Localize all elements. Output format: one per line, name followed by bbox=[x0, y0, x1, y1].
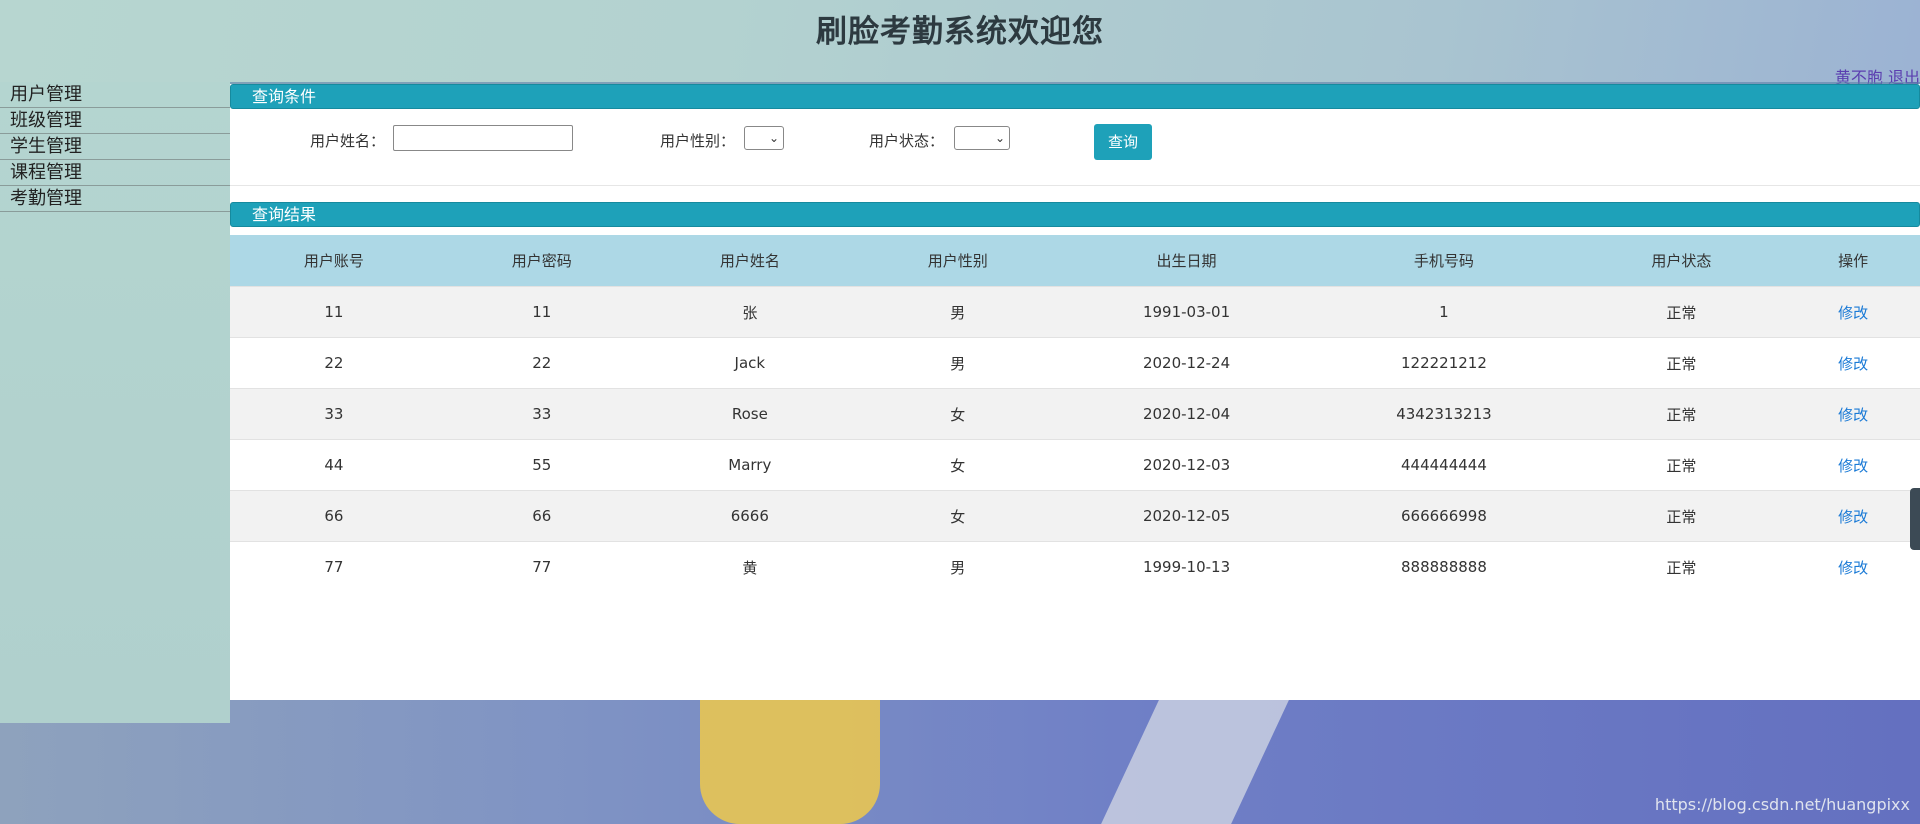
cell-status: 正常 bbox=[1576, 439, 1787, 491]
column-header: 用户状态 bbox=[1576, 235, 1787, 287]
background-figure bbox=[700, 700, 880, 824]
cell-name: Rose bbox=[645, 388, 854, 440]
cell-account: 66 bbox=[230, 490, 438, 542]
cell-account: 77 bbox=[230, 541, 438, 592]
table-row: 33 33 Rose 女 2020-12-04 4342313213 正常 修改 bbox=[230, 388, 1920, 440]
cell-password: 22 bbox=[437, 337, 646, 389]
cell-password: 33 bbox=[437, 388, 646, 440]
cell-phone: 888888888 bbox=[1311, 541, 1577, 592]
query-section-title: 查询条件 bbox=[252, 87, 317, 106]
column-header: 用户性别 bbox=[853, 235, 1062, 287]
cell-status: 正常 bbox=[1576, 337, 1787, 389]
table-row: 11 11 张 男 1991-03-01 1 正常 修改 bbox=[230, 286, 1920, 338]
column-header: 手机号码 bbox=[1311, 235, 1577, 287]
page-title: 刷脸考勤系统欢迎您 bbox=[816, 14, 1104, 50]
column-header: 出生日期 bbox=[1061, 235, 1312, 287]
cell-action: 修改 bbox=[1786, 490, 1920, 542]
sidebar: 用户管理 班级管理 学生管理 课程管理 考勤管理 bbox=[0, 82, 230, 723]
cell-action: 修改 bbox=[1786, 388, 1920, 440]
gender-select[interactable]: ⌄ bbox=[744, 126, 784, 150]
cell-birth: 2020-12-03 bbox=[1061, 439, 1312, 491]
cell-gender: 女 bbox=[853, 388, 1062, 440]
cell-action: 修改 bbox=[1786, 541, 1920, 592]
table-row: 66 66 6666 女 2020-12-05 666666998 正常 修改 bbox=[230, 490, 1920, 542]
background-lower bbox=[0, 700, 1920, 824]
cell-status: 正常 bbox=[1576, 541, 1787, 592]
status-select[interactable]: ⌄ bbox=[954, 126, 1010, 150]
column-header: 用户姓名 bbox=[645, 235, 854, 287]
edit-link[interactable]: 修改 bbox=[1838, 355, 1868, 373]
cell-gender: 男 bbox=[853, 541, 1062, 592]
cell-phone: 122221212 bbox=[1311, 337, 1577, 389]
query-form: 用户姓名： 用户性别： ⌄ 用户状态： ⌄ 查询 bbox=[230, 116, 1920, 160]
column-header: 操作 bbox=[1786, 235, 1920, 287]
side-scroll-widget[interactable] bbox=[1910, 488, 1920, 550]
edit-link[interactable]: 修改 bbox=[1838, 304, 1868, 322]
table-header-row: 用户账号 用户密码 用户姓名 用户性别 出生日期 手机号码 用户状态 操作 bbox=[230, 235, 1920, 287]
name-input[interactable] bbox=[393, 125, 573, 151]
cell-account: 22 bbox=[230, 337, 438, 389]
cell-name: Marry bbox=[645, 439, 854, 491]
cell-birth: 1991-03-01 bbox=[1061, 286, 1312, 338]
cell-password: 11 bbox=[437, 286, 646, 338]
column-header: 用户密码 bbox=[437, 235, 646, 287]
query-section-header: 查询条件 bbox=[230, 84, 1920, 109]
edit-link[interactable]: 修改 bbox=[1838, 406, 1868, 424]
sidebar-item-user-management[interactable]: 用户管理 bbox=[0, 82, 230, 108]
cell-status: 正常 bbox=[1576, 286, 1787, 338]
results-section-header: 查询结果 bbox=[230, 202, 1920, 227]
cell-status: 正常 bbox=[1576, 388, 1787, 440]
main-panel: 查询条件 用户姓名： 用户性别： ⌄ 用户状态： ⌄ 查询 查询结果 用户账号 … bbox=[230, 84, 1920, 700]
cell-phone: 4342313213 bbox=[1311, 388, 1577, 440]
name-label: 用户姓名： bbox=[310, 132, 386, 150]
cell-password: 66 bbox=[437, 490, 646, 542]
cell-birth: 2020-12-24 bbox=[1061, 337, 1312, 389]
chevron-down-icon: ⌄ bbox=[768, 131, 779, 145]
query-button[interactable]: 查询 bbox=[1094, 124, 1152, 160]
cell-phone: 666666998 bbox=[1311, 490, 1577, 542]
cell-name: 张 bbox=[645, 286, 854, 338]
status-label: 用户状态： bbox=[869, 132, 945, 150]
sidebar-item-attendance-management[interactable]: 考勤管理 bbox=[0, 186, 230, 212]
column-header: 用户账号 bbox=[230, 235, 438, 287]
cell-status: 正常 bbox=[1576, 490, 1787, 542]
gender-label: 用户性别： bbox=[660, 132, 736, 150]
cell-gender: 女 bbox=[853, 490, 1062, 542]
edit-link[interactable]: 修改 bbox=[1838, 457, 1868, 475]
cell-action: 修改 bbox=[1786, 439, 1920, 491]
chevron-down-icon: ⌄ bbox=[994, 131, 1005, 145]
cell-account: 44 bbox=[230, 439, 438, 491]
cell-password: 77 bbox=[437, 541, 646, 592]
sidebar-item-class-management[interactable]: 班级管理 bbox=[0, 108, 230, 134]
sidebar-item-course-management[interactable]: 课程管理 bbox=[0, 160, 230, 186]
cell-birth: 1999-10-13 bbox=[1061, 541, 1312, 592]
cell-gender: 女 bbox=[853, 439, 1062, 491]
cell-action: 修改 bbox=[1786, 337, 1920, 389]
cell-birth: 2020-12-04 bbox=[1061, 388, 1312, 440]
cell-birth: 2020-12-05 bbox=[1061, 490, 1312, 542]
edit-link[interactable]: 修改 bbox=[1838, 508, 1868, 526]
cell-gender: 男 bbox=[853, 286, 1062, 338]
table-row: 77 77 黄 男 1999-10-13 888888888 正常 修改 bbox=[230, 541, 1920, 592]
cell-name: Jack bbox=[645, 337, 854, 389]
cell-account: 11 bbox=[230, 286, 438, 338]
cell-password: 55 bbox=[437, 439, 646, 491]
cell-account: 33 bbox=[230, 388, 438, 440]
results-section-title: 查询结果 bbox=[252, 205, 317, 224]
cell-phone: 1 bbox=[1311, 286, 1577, 338]
watermark: https://blog.csdn.net/huangpixx bbox=[1654, 795, 1910, 814]
sidebar-item-student-management[interactable]: 学生管理 bbox=[0, 134, 230, 160]
cell-action: 修改 bbox=[1786, 286, 1920, 338]
cell-name: 黄 bbox=[645, 541, 854, 592]
results-table: 用户账号 用户密码 用户姓名 用户性别 出生日期 手机号码 用户状态 操作 11… bbox=[230, 235, 1920, 592]
edit-link[interactable]: 修改 bbox=[1838, 559, 1868, 577]
table-row: 22 22 Jack 男 2020-12-24 122221212 正常 修改 bbox=[230, 337, 1920, 389]
cell-phone: 444444444 bbox=[1311, 439, 1577, 491]
cell-name: 6666 bbox=[645, 490, 854, 542]
table-row: 44 55 Marry 女 2020-12-03 444444444 正常 修改 bbox=[230, 439, 1920, 491]
cell-gender: 男 bbox=[853, 337, 1062, 389]
divider bbox=[230, 185, 1920, 186]
